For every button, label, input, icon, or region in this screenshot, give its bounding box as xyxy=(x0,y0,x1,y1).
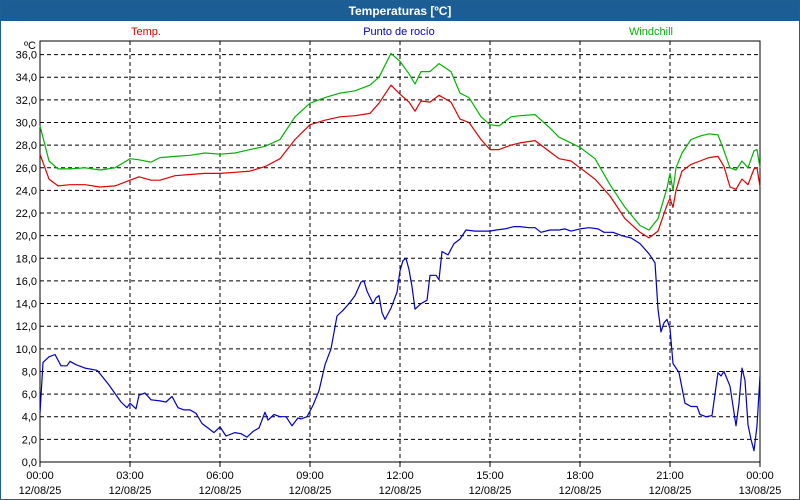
y-tick-label: 34,0 xyxy=(16,72,37,84)
y-tick-label: 22,0 xyxy=(16,208,37,220)
x-tick-time-label: 06:00 xyxy=(206,470,234,482)
legend-entry-3: Windchill xyxy=(629,26,673,38)
y-tick-label: 12,0 xyxy=(16,321,37,333)
x-tick-date-label: 12/08/25 xyxy=(379,485,422,497)
x-tick-time-label: 15:00 xyxy=(476,470,504,482)
x-tick-date-label: 12/08/25 xyxy=(649,485,692,497)
temperature-chart: 0,0 2,0 4,0 6,0 8,0 10,0 12,0 14,0 16,0 18,0 20,0 2… xyxy=(16,26,782,497)
y-tick-label: 0,0 xyxy=(22,457,37,469)
legend-entry-2: Punto de rocío xyxy=(363,26,435,38)
y-tick-label: 18,0 xyxy=(16,253,37,265)
x-tick-time-label: 00:00 xyxy=(746,470,774,482)
y-tick-label: 32,0 xyxy=(16,95,37,107)
x-tick-time-label: 09:00 xyxy=(296,470,324,482)
x-tick-time-label: 21:00 xyxy=(656,470,684,482)
y-tick-label: 10,0 xyxy=(16,344,37,356)
y-tick-label: 16,0 xyxy=(16,276,37,288)
x-tick-time-label: 03:00 xyxy=(116,470,144,482)
y-tick-label: 4,0 xyxy=(22,412,37,424)
x-tick-time-label: 00:00 xyxy=(26,470,54,482)
x-tick-date-label: 12/08/25 xyxy=(19,485,62,497)
y-tick-label: 24,0 xyxy=(16,185,37,197)
x-tick-date-label: 12/08/25 xyxy=(199,485,242,497)
y-tick-label: 20,0 xyxy=(16,231,37,243)
y-tick-label: 14,0 xyxy=(16,299,37,311)
x-tick-time-label: 18:00 xyxy=(566,470,594,482)
x-tick-date-label: 12/08/25 xyxy=(109,485,152,497)
x-tick-date-label: 12/08/25 xyxy=(559,485,602,497)
y-tick-label: 26,0 xyxy=(16,163,37,175)
legend-entry-1: Temp. xyxy=(131,26,161,38)
x-tick-date-label: 13/08/25 xyxy=(739,485,782,497)
y-tick-label: 8,0 xyxy=(22,366,37,378)
y-tick-label: 6,0 xyxy=(22,389,37,401)
y-unit-label: ºC xyxy=(24,40,36,52)
x-tick-time-label: 12:00 xyxy=(386,470,414,482)
x-tick-date-label: 12/08/25 xyxy=(469,485,512,497)
y-tick-label: 30,0 xyxy=(16,117,37,129)
x-tick-date-label: 12/08/25 xyxy=(289,485,332,497)
y-tick-label: 28,0 xyxy=(16,140,37,152)
y-tick-label: 2,0 xyxy=(22,434,37,446)
